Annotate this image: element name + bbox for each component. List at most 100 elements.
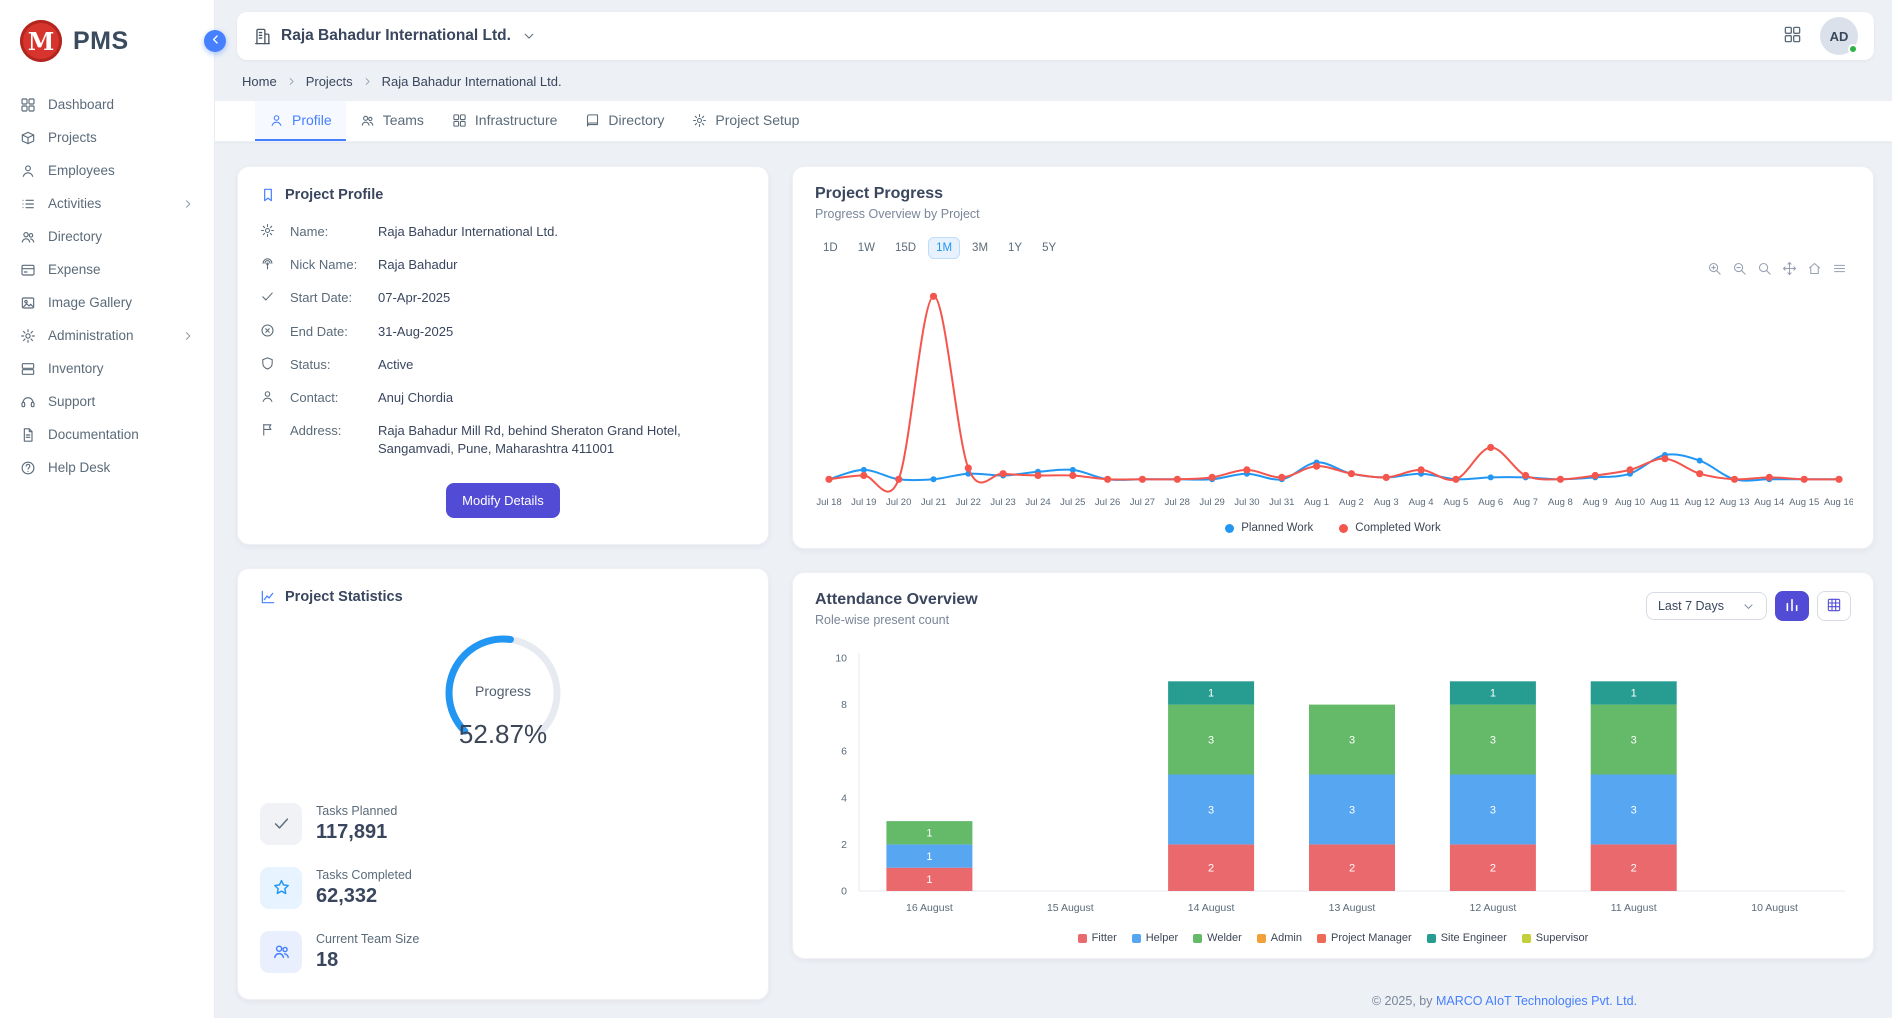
profile-field-name: Name:Raja Bahadur International Ltd.: [260, 223, 746, 241]
range-button-1d[interactable]: 1D: [815, 237, 846, 259]
dashboard-icon: [20, 97, 36, 113]
legend-item-fitter[interactable]: Fitter: [1078, 932, 1117, 944]
project-progress-card: Project Progress Progress Overview by Pr…: [792, 166, 1874, 549]
svg-text:Jul 24: Jul 24: [1025, 497, 1050, 508]
tab-label: Infrastructure: [475, 112, 557, 128]
company-selector[interactable]: Raja Bahadur International Ltd.: [253, 27, 536, 46]
brand[interactable]: M PMS: [0, 0, 214, 88]
legend-item-site-engineer[interactable]: Site Engineer: [1427, 932, 1507, 944]
attendance-chart[interactable]: 024681011116 August15 August233114 Augus…: [815, 635, 1851, 928]
svg-text:Jul 26: Jul 26: [1095, 497, 1120, 508]
range-button-1y[interactable]: 1Y: [1000, 237, 1030, 259]
tab-teams[interactable]: Teams: [346, 101, 438, 141]
breadcrumb-item-projects[interactable]: Projects: [306, 74, 353, 89]
field-label: Start Date:: [290, 289, 366, 307]
menu-icon[interactable]: [1832, 261, 1847, 276]
activities-icon: [20, 196, 36, 212]
range-button-5y[interactable]: 5Y: [1034, 237, 1064, 259]
sidebar-nav: Dashboard Projects EmployeesActivitiesDire…: [0, 88, 214, 484]
sidebar-item-expense[interactable]: Expense: [0, 253, 214, 286]
range-button-1m[interactable]: 1M: [928, 237, 960, 259]
date-range-select[interactable]: Last 7 Days: [1646, 592, 1767, 620]
sidebar-item-dashboard[interactable]: Dashboard: [0, 88, 214, 121]
statistics-card-header: Project Statistics: [260, 589, 746, 605]
svg-text:12 August: 12 August: [1470, 902, 1517, 914]
legend-item-planned-work[interactable]: Planned Work: [1225, 522, 1313, 534]
sidebar-item-label: Projects: [48, 130, 97, 145]
zoom-in-icon[interactable]: [1707, 261, 1722, 276]
zoom-select-icon[interactable]: [1757, 261, 1772, 276]
range-button-3m[interactable]: 3M: [964, 237, 996, 259]
tab-directory[interactable]: Directory: [571, 101, 678, 141]
avatar-initials: AD: [1830, 29, 1849, 44]
profile-card-title: Project Profile: [285, 187, 383, 203]
chevron-right-icon: [362, 76, 373, 87]
pan-icon[interactable]: [1782, 261, 1797, 276]
breadcrumb-item-home[interactable]: Home: [242, 74, 277, 89]
signal-icon: [260, 256, 278, 274]
apps-grid-button[interactable]: [1783, 25, 1802, 47]
attendance-card-subtitle: Role-wise present count: [815, 613, 978, 627]
attendance-card-title: Attendance Overview: [815, 591, 978, 609]
profile-tab-icon: [269, 113, 284, 128]
legend-item-welder[interactable]: Welder: [1193, 932, 1242, 944]
administration-icon: [20, 328, 36, 344]
svg-text:14 August: 14 August: [1188, 902, 1235, 914]
sidebar-item-label: Support: [48, 394, 95, 409]
sidebar-item-projects[interactable]: Projects: [0, 121, 214, 154]
apps-grid-icon: [1783, 25, 1802, 47]
breadcrumb-item-raja-bahadur-international-ltd: Raja Bahadur International Ltd.: [382, 74, 562, 89]
legend-swatch: [1317, 934, 1326, 943]
zoom-out-icon[interactable]: [1732, 261, 1747, 276]
sidebar-item-employees[interactable]: Employees: [0, 154, 214, 187]
sidebar-item-help-desk[interactable]: Help Desk: [0, 451, 214, 484]
modify-details-button[interactable]: Modify Details: [446, 483, 560, 518]
tab-infrastructure[interactable]: Infrastructure: [438, 101, 571, 141]
tab-profile[interactable]: Profile: [255, 101, 346, 141]
sidebar-item-label: Administration: [48, 328, 134, 343]
legend-item-completed-work[interactable]: Completed Work: [1339, 522, 1440, 534]
stat-value: 18: [316, 949, 419, 972]
stat-tasks-completed: Tasks Completed62,332: [260, 867, 746, 909]
tab-project-setup[interactable]: Project Setup: [678, 101, 813, 141]
project-progress-chart[interactable]: Jul 18Jul 19Jul 20Jul 21Jul 22Jul 23Jul …: [815, 267, 1851, 518]
attendance-controls: Last 7 Days: [1646, 591, 1851, 621]
field-value: Active: [378, 356, 413, 374]
profile-field-start-date: Start Date:07-Apr-2025: [260, 289, 746, 307]
sidebar-item-label: Inventory: [48, 361, 104, 376]
gear-icon: [260, 223, 278, 241]
stat-label: Tasks Completed: [316, 868, 412, 882]
svg-text:2: 2: [1631, 863, 1637, 875]
app-root: M PMS Dashboard Projects EmployeesActiviti…: [0, 0, 1892, 1018]
bar-chart-legend: Fitter Helper Welder Admin Project Manager Si…: [815, 932, 1851, 944]
teams-tab-icon: [360, 113, 375, 128]
sidebar-item-directory[interactable]: Directory: [0, 220, 214, 253]
sidebar-item-label: Help Desk: [48, 460, 110, 475]
legend-item-supervisor[interactable]: Supervisor: [1522, 932, 1589, 944]
svg-text:Aug 5: Aug 5: [1443, 497, 1468, 508]
avatar[interactable]: AD: [1820, 17, 1858, 55]
legend-item-admin[interactable]: Admin: [1257, 932, 1302, 944]
svg-text:1: 1: [926, 874, 932, 886]
range-button-15d[interactable]: 15D: [887, 237, 924, 259]
field-value: Raja Bahadur: [378, 256, 458, 274]
table-view-toggle[interactable]: [1817, 591, 1851, 621]
footer: © 2025, by MARCO AIoT Technologies Pvt. …: [792, 994, 1874, 1018]
sidebar-item-support[interactable]: Support: [0, 385, 214, 418]
svg-text:Jul 29: Jul 29: [1199, 497, 1224, 508]
footer-company-link[interactable]: MARCO AIoT Technologies Pvt. Ltd.: [1436, 994, 1637, 1008]
sidebar-item-administration[interactable]: Administration: [0, 319, 214, 352]
legend-item-project-manager[interactable]: Project Manager: [1317, 932, 1412, 944]
svg-text:Aug 13: Aug 13: [1719, 497, 1749, 508]
home-icon[interactable]: [1807, 261, 1822, 276]
sidebar-item-inventory[interactable]: Inventory: [0, 352, 214, 385]
chart-view-toggle[interactable]: [1775, 591, 1809, 621]
range-button-1w[interactable]: 1W: [850, 237, 883, 259]
legend-item-helper[interactable]: Helper: [1132, 932, 1178, 944]
sidebar-collapse-button[interactable]: [204, 30, 226, 52]
chevron-right-icon: [182, 198, 194, 210]
sidebar-item-activities[interactable]: Activities: [0, 187, 214, 220]
gauge-label: Progress: [408, 683, 598, 699]
sidebar-item-image-gallery[interactable]: Image Gallery: [0, 286, 214, 319]
sidebar-item-documentation[interactable]: Documentation: [0, 418, 214, 451]
